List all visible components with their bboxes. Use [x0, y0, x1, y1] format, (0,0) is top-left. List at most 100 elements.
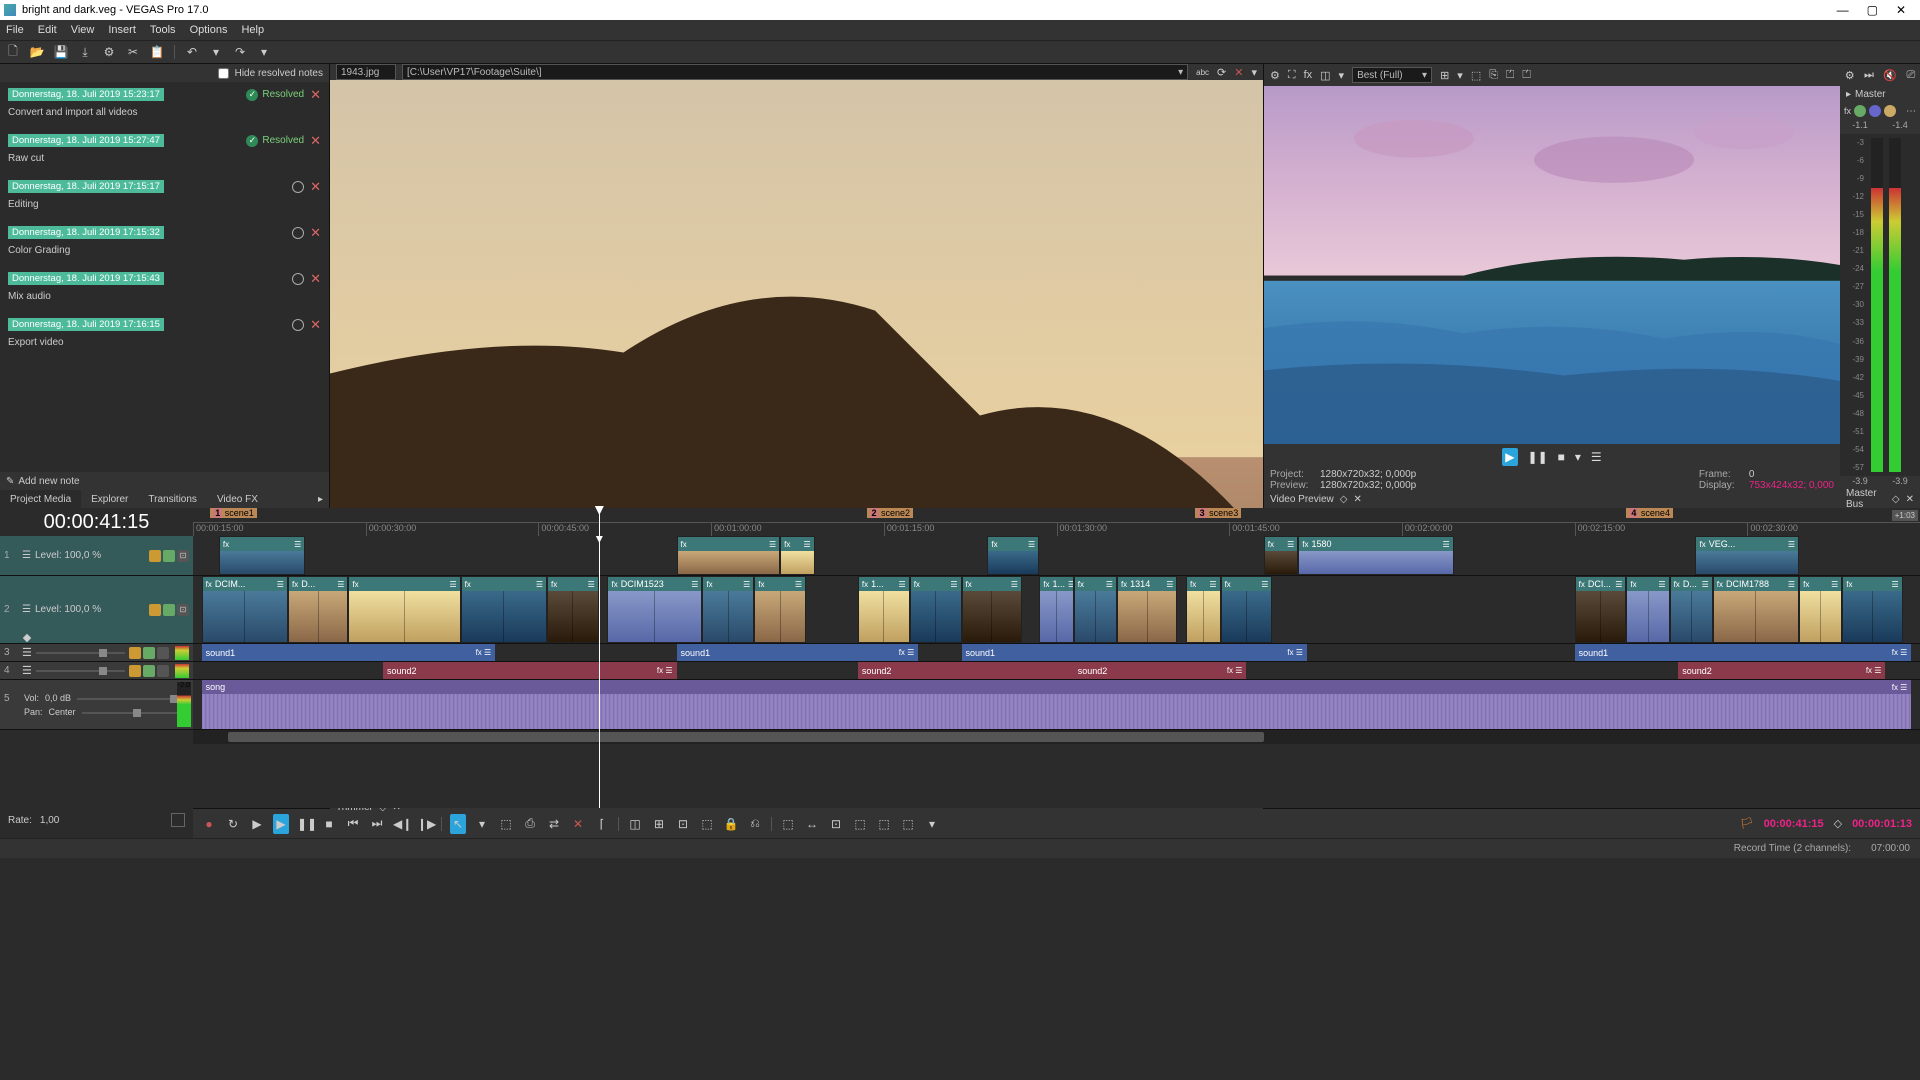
fx-icon[interactable]: fx	[1304, 69, 1313, 81]
video-clip[interactable]: fxDCIM1788☰	[1713, 576, 1799, 643]
go-start-icon[interactable]: ⏮	[345, 816, 361, 831]
trim-start-icon[interactable]: ⌈	[594, 817, 610, 831]
dropdown-icon[interactable]: ▾	[474, 817, 490, 831]
video-clip[interactable]: fx☰	[1186, 576, 1221, 643]
delete-note-icon[interactable]: ✕	[310, 226, 321, 239]
delete-note-icon[interactable]: ✕	[310, 88, 321, 101]
settings-icon[interactable]: ⚙	[1270, 69, 1280, 82]
record-icon[interactable]: ●	[201, 817, 217, 831]
track-v1[interactable]: fx☰fx☰fx☰fx☰fx☰fx1580☰fxVEG...☰	[193, 536, 1920, 576]
redo-icon[interactable]: ↷	[233, 45, 247, 59]
add-note-row[interactable]: ✎ Add new note	[0, 472, 329, 490]
pin-icon[interactable]: ◇	[1892, 494, 1900, 505]
render-icon[interactable]: ⤓	[78, 45, 92, 59]
tracks-body[interactable]: fx☰fx☰fx☰fx☰fx☰fx1580☰fxVEG...☰ fxDCIM..…	[193, 536, 1920, 808]
timecode-display[interactable]: 00:00:41:15	[0, 508, 193, 536]
selection-tool-icon[interactable]: ⬚	[498, 817, 514, 831]
play-icon[interactable]: ▶	[273, 814, 289, 834]
tab-explorer[interactable]: Explorer	[81, 490, 138, 508]
tool-c-icon[interactable]: ⊡	[675, 817, 691, 831]
mute-button[interactable]	[149, 550, 161, 562]
video-clip[interactable]: fxD...☰	[1670, 576, 1713, 643]
expand-icon[interactable]: ▸	[1846, 89, 1851, 100]
overlay-icon[interactable]: ▾	[1339, 69, 1345, 82]
maximize-button[interactable]: ▢	[1867, 3, 1878, 17]
music-clip[interactable]: songfx ☰	[202, 680, 1912, 729]
unresolved-icon[interactable]	[292, 227, 304, 239]
track-header-v2[interactable]: 2 ☰ Level: 100,0 % ⊡	[0, 576, 193, 644]
video-clip[interactable]: fx☰	[348, 576, 460, 643]
video-clip[interactable]: fx☰	[1264, 536, 1299, 575]
tool-e-icon[interactable]: ⎌	[747, 816, 763, 831]
fx-button[interactable]: ⊡	[177, 550, 189, 562]
transport-duration[interactable]: 00:00:01:13	[1852, 818, 1912, 830]
redo-dropdown-icon[interactable]: ▾	[257, 45, 271, 59]
timeline-scrollbar[interactable]	[193, 730, 1920, 744]
go-end-icon[interactable]: ⏭	[369, 816, 385, 831]
hide-resolved-checkbox[interactable]	[218, 68, 229, 79]
audio-clip[interactable]: sound2fx ☰	[858, 662, 1100, 679]
video-clip[interactable]: fx☰	[702, 576, 754, 643]
menu-edit[interactable]: Edit	[38, 24, 57, 36]
new-icon[interactable]: 🗋	[6, 45, 20, 59]
dropdown2-icon[interactable]: ▾	[1457, 69, 1463, 82]
close-trimmer-icon[interactable]: ✕	[1234, 66, 1243, 79]
cut-icon[interactable]: ✂	[126, 45, 140, 59]
snap5-icon[interactable]: ⬚	[876, 817, 892, 831]
trimmer-path-field[interactable]: [C:\User\VP17\Footage\Suite\]▾	[402, 64, 1188, 80]
menu-tools[interactable]: Tools	[150, 24, 176, 36]
next-icon[interactable]: ⏭	[1864, 69, 1874, 82]
video-clip[interactable]: fx☰	[987, 536, 1039, 575]
auto-ripple-icon[interactable]: ⇄	[546, 817, 562, 831]
note-item[interactable]: Donnerstag, 18. Juli 2019 17:16:15 ✕ Exp…	[0, 312, 329, 358]
note-item[interactable]: Donnerstag, 18. Juli 2019 17:15:43 ✕ Mix…	[0, 266, 329, 312]
tab-video-preview[interactable]: Video Preview	[1270, 494, 1334, 505]
delete-note-icon[interactable]: ✕	[310, 272, 321, 285]
snap4-icon[interactable]: ⬚	[852, 817, 868, 831]
track-header-v1[interactable]: 1 ☰ Level: 100,0 % ⊡	[0, 536, 193, 576]
track-music[interactable]: songfx ☰	[193, 680, 1920, 730]
snap6-icon[interactable]: ⬚	[900, 817, 916, 831]
stop-icon[interactable]: ■	[1558, 450, 1565, 464]
dropdown-icon[interactable]: ▾	[1575, 450, 1581, 464]
video-clip[interactable]: fx☰	[1221, 576, 1273, 643]
transport-timecode[interactable]: 00:00:41:15	[1764, 818, 1824, 830]
timeline-ruler[interactable]: 1 scene12 scene23 scene34 scene4 00:00:1…	[193, 508, 1920, 536]
note-item[interactable]: Donnerstag, 18. Juli 2019 15:27:47 ✓Reso…	[0, 128, 329, 174]
undo-icon[interactable]: ↶	[185, 45, 199, 59]
pin-icon[interactable]: ◇	[1340, 494, 1348, 505]
track-header-a2[interactable]: 4☰	[0, 662, 193, 680]
snap2-icon[interactable]: ⏍	[1522, 69, 1530, 82]
mute-button[interactable]	[149, 604, 161, 616]
minimize-button[interactable]: —	[1837, 3, 1849, 17]
split-icon[interactable]: ◫	[1320, 69, 1330, 82]
track-a2[interactable]: sound2fx ☰sound2fx ☰sound2fx ☰sound2fx ☰	[193, 662, 1920, 680]
menu-file[interactable]: File	[6, 24, 24, 36]
play-icon[interactable]: ▶	[1502, 448, 1517, 466]
video-clip[interactable]: fx☰	[547, 576, 599, 643]
scene-marker[interactable]: 3 scene3	[1195, 508, 1242, 518]
close-tab-icon[interactable]: ✕	[1906, 494, 1914, 505]
more-icon[interactable]: ▾	[1251, 66, 1257, 79]
note-item[interactable]: Donnerstag, 18. Juli 2019 15:23:17 ✓Reso…	[0, 82, 329, 128]
tool-a-icon[interactable]: ◫	[627, 817, 643, 831]
video-clip[interactable]: fx☰	[780, 536, 815, 575]
video-clip[interactable]: fx☰	[1626, 576, 1669, 643]
tab-transitions[interactable]: Transitions	[138, 490, 207, 508]
audio-clip[interactable]: sound1fx ☰	[677, 644, 919, 661]
menu-help[interactable]: Help	[241, 24, 264, 36]
pause-icon[interactable]: ❚❚	[1528, 450, 1548, 464]
video-clip[interactable]: fxDCIM1523☰	[607, 576, 702, 643]
snap1-icon[interactable]: ⏍	[1506, 69, 1514, 82]
safe-icon[interactable]: ⬚	[1471, 69, 1481, 82]
scene-marker[interactable]: 2 scene2	[867, 508, 914, 518]
delete-note-icon[interactable]: ✕	[310, 180, 321, 193]
note-item[interactable]: Donnerstag, 18. Juli 2019 17:15:32 ✕ Col…	[0, 220, 329, 266]
track-a1[interactable]: sound1fx ☰sound1fx ☰sound1fx ☰sound1fx ☰	[193, 644, 1920, 662]
loop-playback-icon[interactable]: ↻	[225, 817, 241, 831]
audio-clip[interactable]: sound2fx ☰	[1074, 662, 1247, 679]
edit-tool-icon[interactable]: ↖	[450, 814, 466, 834]
video-clip[interactable]: fx☰	[754, 576, 806, 643]
unresolved-icon[interactable]	[292, 181, 304, 193]
audio-clip[interactable]: sound1fx ☰	[1575, 644, 1912, 661]
